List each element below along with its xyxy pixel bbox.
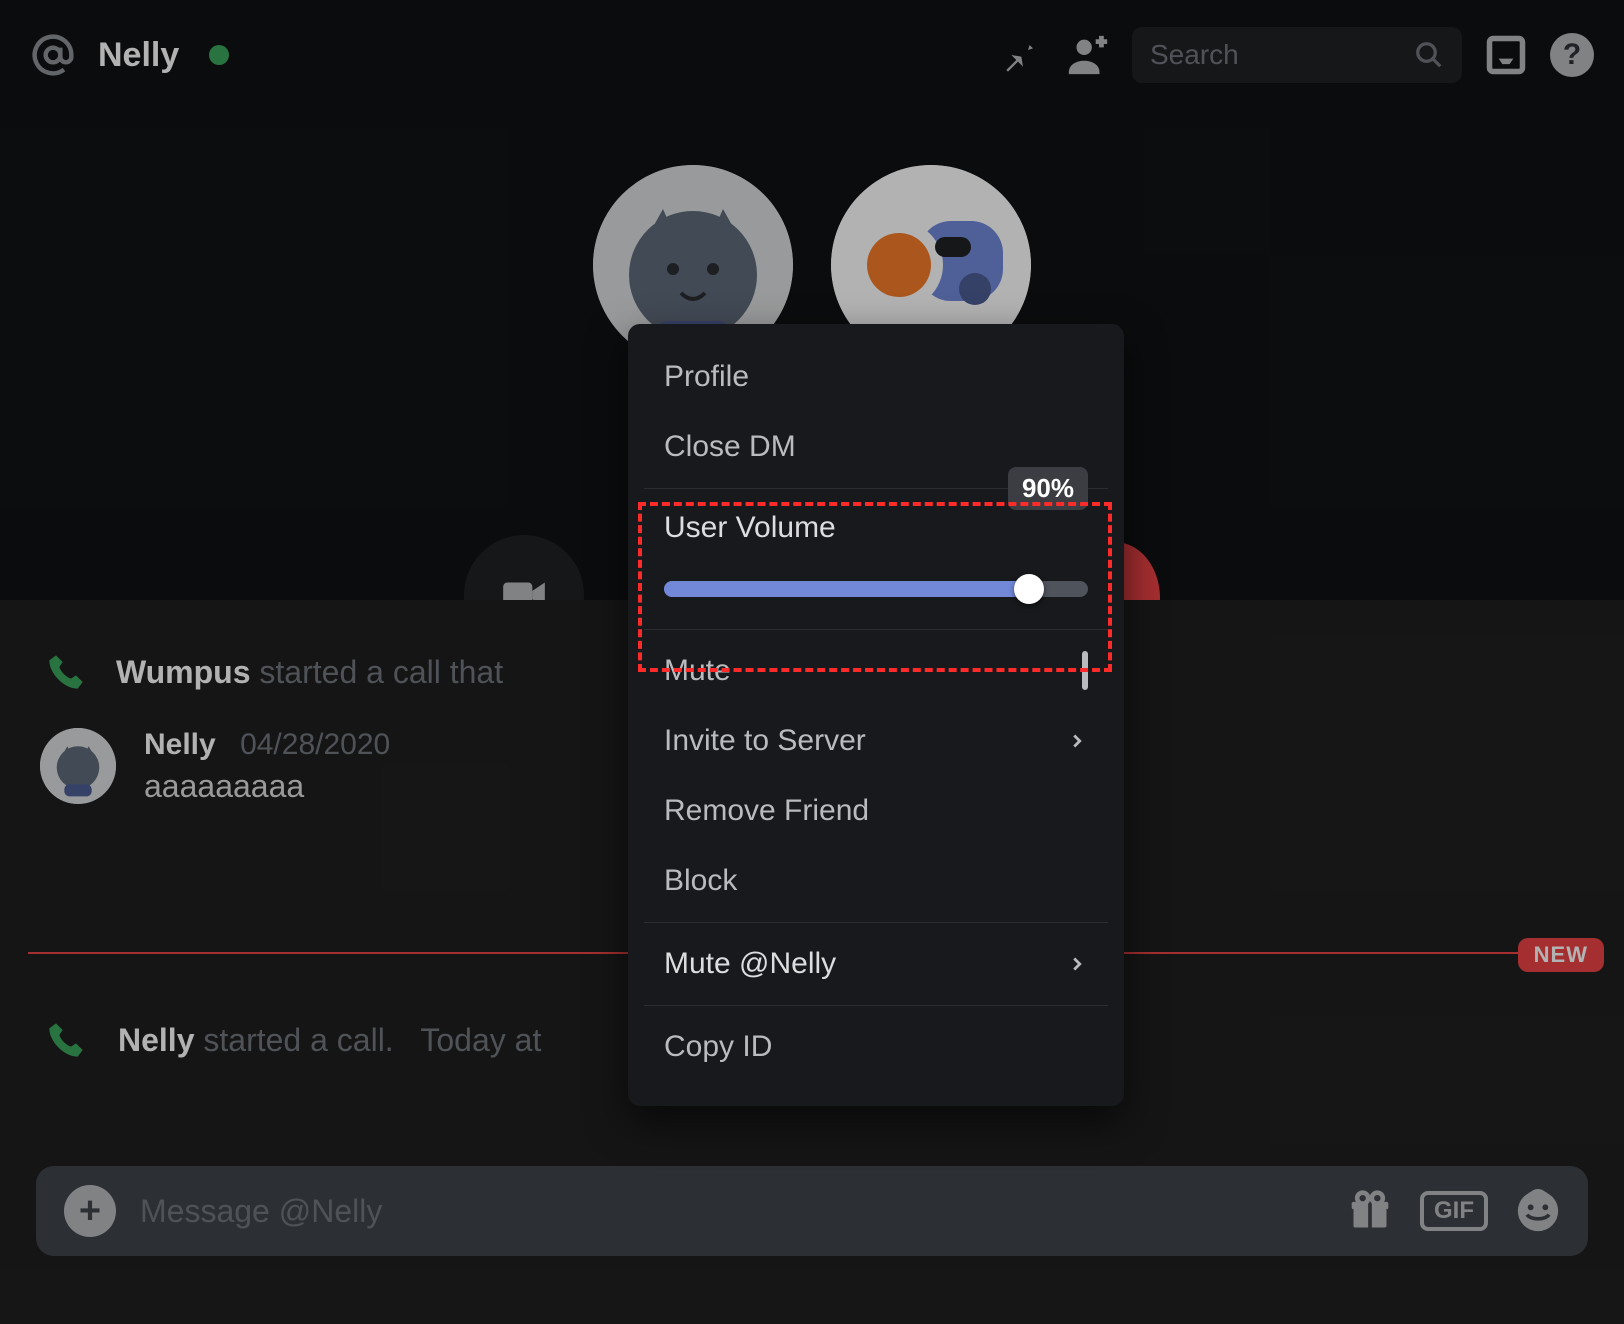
phone-icon — [46, 1020, 88, 1060]
message-composer[interactable]: + Message @Nelly GIF — [36, 1166, 1588, 1256]
new-badge: NEW — [1518, 938, 1604, 972]
gift-icon[interactable] — [1348, 1189, 1392, 1233]
call-event-text: started a call that — [259, 654, 503, 690]
titlebar: Nelly Search ? — [0, 0, 1624, 110]
user-context-menu: Profile Close DM User Volume 90% Mute In… — [628, 324, 1124, 1106]
menu-copy-id[interactable]: Copy ID — [628, 1012, 1124, 1082]
search-icon — [1414, 40, 1444, 70]
chevron-right-icon — [1066, 730, 1088, 752]
call-event-text: started a call. — [203, 1022, 393, 1058]
user-volume-label: User Volume — [664, 511, 836, 544]
add-friend-icon[interactable] — [1062, 29, 1114, 81]
phone-icon — [46, 652, 88, 692]
call-event-user: Wumpus — [116, 654, 251, 690]
help-icon[interactable]: ? — [1550, 33, 1594, 77]
user-volume-tooltip: 90% — [1008, 467, 1088, 510]
menu-separator — [644, 1005, 1108, 1006]
menu-remove-friend[interactable]: Remove Friend — [628, 776, 1124, 846]
attach-button[interactable]: + — [64, 1185, 116, 1237]
menu-invite-to-server[interactable]: Invite to Server — [628, 706, 1124, 776]
call-event-user: Nelly — [118, 1022, 194, 1058]
message-author[interactable]: Nelly — [144, 728, 216, 761]
menu-mute[interactable]: Mute — [628, 636, 1124, 706]
search-input[interactable]: Search — [1132, 27, 1462, 83]
gif-button[interactable]: GIF — [1420, 1191, 1488, 1231]
message-timestamp: 04/28/2020 — [240, 728, 390, 761]
at-icon — [30, 32, 76, 78]
chevron-right-icon — [1066, 953, 1088, 975]
search-placeholder: Search — [1150, 39, 1239, 71]
status-online-dot — [209, 45, 229, 65]
menu-mute-user[interactable]: Mute @Nelly — [628, 929, 1124, 999]
call-event-time: Today at — [420, 1022, 541, 1058]
call-event-row: Nelly started a call. Today at — [46, 1020, 541, 1060]
pin-icon[interactable] — [992, 29, 1044, 81]
channel-title: Nelly — [98, 36, 179, 75]
avatar[interactable] — [40, 728, 116, 804]
checkbox-icon[interactable] — [1082, 651, 1088, 690]
menu-profile[interactable]: Profile — [628, 342, 1124, 412]
user-volume-slider[interactable] — [664, 581, 1088, 597]
menu-user-volume: User Volume 90% — [628, 495, 1124, 623]
composer-placeholder: Message @Nelly — [140, 1193, 382, 1230]
emoji-icon[interactable] — [1516, 1189, 1560, 1233]
message-body: aaaaaaaaa — [144, 768, 390, 805]
menu-block[interactable]: Block — [628, 846, 1124, 916]
inbox-icon[interactable] — [1480, 29, 1532, 81]
menu-separator — [644, 922, 1108, 923]
menu-separator — [644, 629, 1108, 630]
